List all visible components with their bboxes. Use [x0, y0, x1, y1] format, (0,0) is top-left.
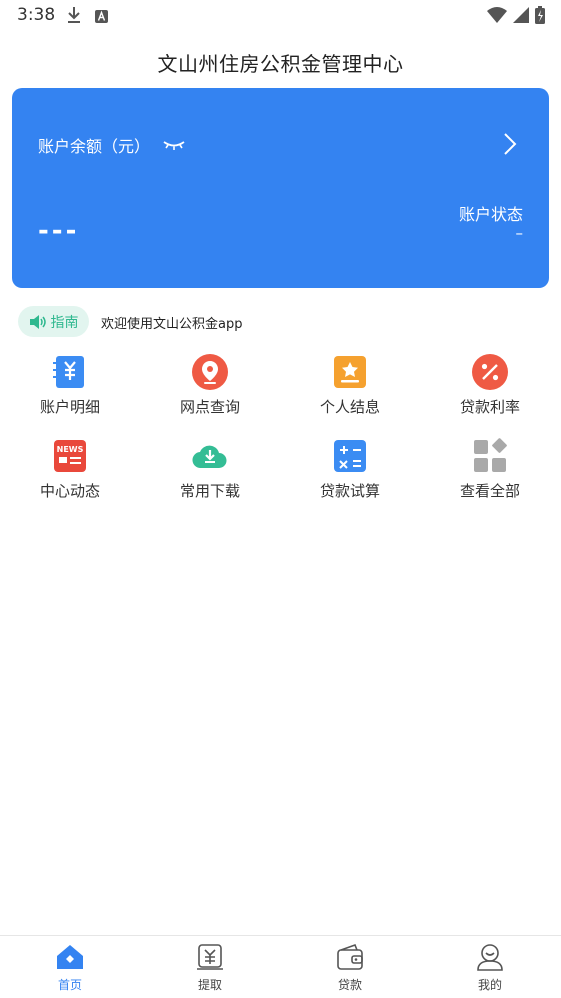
grid-item-view-all[interactable]: 查看全部: [420, 438, 560, 501]
news-icon: NEWS: [52, 438, 88, 474]
guide-button[interactable]: 指南: [18, 306, 89, 337]
withdraw-icon: [195, 942, 225, 972]
signal-icon: [513, 7, 529, 23]
all-apps-icon: [472, 438, 508, 474]
notice-text: 欢迎使用文山公积金app: [101, 317, 243, 332]
home-icon: [55, 942, 85, 972]
grid-label: 贷款试算: [319, 482, 380, 500]
speaker-icon: [29, 314, 46, 329]
guide-label: 指南: [50, 314, 79, 331]
nav-label: 贷款: [337, 978, 362, 992]
grid-label: 网点查询: [179, 398, 240, 416]
grid-label: 中心动态: [39, 482, 100, 500]
percent-icon: [472, 354, 508, 390]
grid-label: 常用下载: [179, 482, 240, 500]
grid-item-interest[interactable]: 个人结息: [280, 354, 420, 417]
grid-item-news[interactable]: NEWS 中心动态: [0, 438, 140, 501]
balance-label: 账户余额（元）: [38, 137, 151, 156]
calculator-icon: [332, 438, 368, 474]
grid-item-loan-rate[interactable]: 贷款利率: [420, 354, 560, 417]
account-status-label: 账户状态: [458, 205, 523, 224]
battery-icon: [535, 6, 545, 24]
wifi-icon: [487, 7, 507, 23]
grid-label: 个人结息: [319, 398, 380, 416]
nav-item-loan[interactable]: 贷款: [280, 942, 420, 993]
location-icon: [192, 354, 228, 390]
nav-label: 首页: [57, 978, 82, 992]
grid-item-account-detail[interactable]: 账户明细: [0, 354, 140, 417]
nav-label: 提取: [197, 978, 222, 992]
grid-item-location[interactable]: 网点查询: [140, 354, 280, 417]
svg-text:NEWS: NEWS: [57, 445, 84, 454]
status-time: 3:38: [17, 5, 56, 25]
app-notification-icon: [95, 8, 108, 27]
grid-label: 查看全部: [459, 482, 520, 500]
balance-label-row: 账户余额（元）: [38, 133, 186, 157]
status-indicators: [487, 6, 545, 24]
grid-label: 贷款利率: [459, 398, 520, 416]
chevron-right-icon[interactable]: [503, 132, 517, 160]
balance-value: ---: [38, 216, 80, 246]
wallet-icon: [335, 942, 365, 972]
cloud-download-icon: [192, 438, 228, 474]
account-status-value: –: [515, 224, 524, 242]
grid-label: 账户明细: [39, 398, 100, 416]
balance-card[interactable]: 账户余额（元） --- 账户状态 –: [12, 88, 549, 288]
eye-closed-icon[interactable]: [162, 136, 186, 155]
account-detail-icon: [52, 354, 88, 390]
nav-item-withdraw[interactable]: 提取: [140, 942, 280, 993]
bottom-nav: 首页 提取 贷款 我的: [0, 935, 561, 998]
status-bar: 3:38: [0, 0, 561, 32]
nav-item-home[interactable]: 首页: [0, 942, 140, 993]
nav-label: 我的: [477, 978, 502, 992]
download-icon: [66, 6, 82, 28]
profile-icon: [475, 942, 505, 972]
grid-item-loan-calc[interactable]: 贷款试算: [280, 438, 420, 501]
page-title: 文山州住房公积金管理中心: [157, 52, 404, 76]
grid-item-download[interactable]: 常用下载: [140, 438, 280, 501]
nav-item-profile[interactable]: 我的: [420, 942, 560, 993]
interest-icon: [332, 354, 368, 390]
